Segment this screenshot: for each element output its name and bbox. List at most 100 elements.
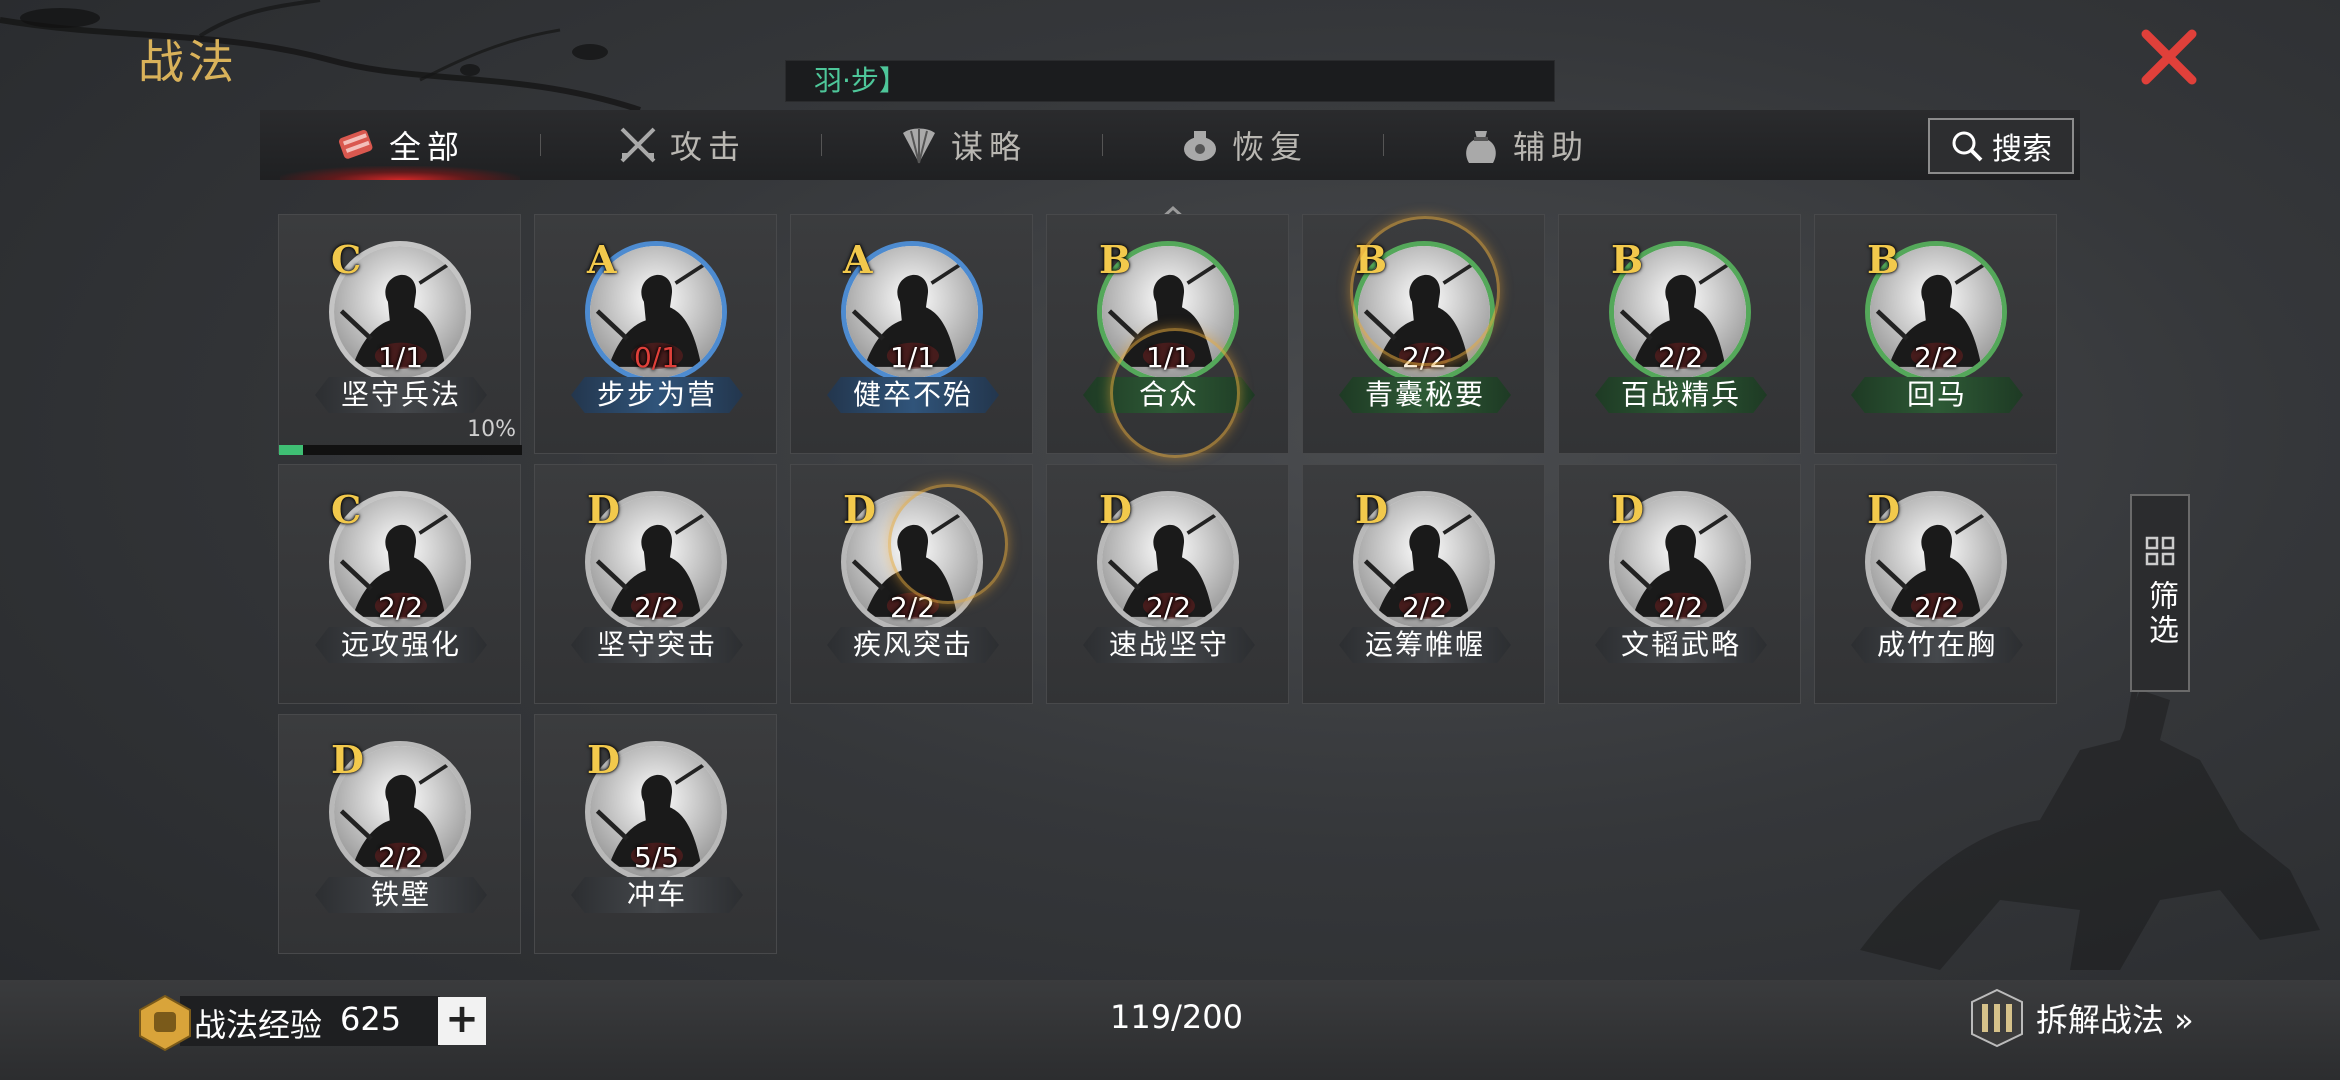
tactic-count: 2/2 bbox=[1913, 591, 1960, 624]
close-icon[interactable] bbox=[2138, 26, 2200, 88]
exp-value: 625 bbox=[340, 1000, 402, 1038]
tactic-name: 百战精兵 bbox=[1595, 377, 1767, 413]
tactic-count: 1/1 bbox=[889, 341, 936, 374]
tactic-name: 坚守突击 bbox=[571, 627, 743, 663]
tab-label: 谋略 bbox=[950, 128, 1027, 166]
dismantle-tactics-button[interactable]: 拆解战法 » bbox=[1968, 988, 2194, 1048]
tactic-grade: D bbox=[587, 487, 620, 532]
tactic-name: 回马 bbox=[1851, 377, 2023, 413]
tactic-grade: D bbox=[1611, 487, 1644, 532]
tactic-progress-bar bbox=[279, 445, 522, 455]
tactic-count: 2/2 bbox=[1401, 591, 1448, 624]
dismantle-label: 拆解战法 » bbox=[2036, 1001, 2194, 1039]
add-exp-button[interactable]: + bbox=[438, 997, 486, 1045]
tactic-grade: B bbox=[1355, 237, 1388, 282]
tactic-count: 2/2 bbox=[377, 591, 424, 624]
tactic-grade: B bbox=[1611, 237, 1644, 282]
tactic-card[interactable]: D 2/2 坚守突击 bbox=[534, 464, 777, 704]
search-query-display[interactable]: 羽·步】 bbox=[785, 60, 1555, 102]
tactic-grade: D bbox=[1867, 487, 1900, 532]
search-button-label: 搜索 bbox=[1992, 132, 2052, 167]
tactic-count: 2/2 bbox=[377, 841, 424, 874]
tab-label: 全部 bbox=[388, 128, 465, 166]
tactic-card[interactable]: D 2/2 成竹在胸 bbox=[1814, 464, 2057, 704]
filter-label: 筛选 bbox=[2143, 580, 2178, 648]
tactic-card[interactable]: A 1/1 健卒不殆 bbox=[790, 214, 1033, 454]
tactic-card[interactable]: D 2/2 文韬武略 bbox=[1558, 464, 1801, 704]
tactic-grade: D bbox=[587, 737, 620, 782]
tactic-count: 1/1 bbox=[377, 341, 424, 374]
tactic-name: 健卒不殆 bbox=[827, 377, 999, 413]
tactic-grade: B bbox=[1099, 237, 1132, 282]
tactic-card[interactable]: D 2/2 运筹帷幄 bbox=[1302, 464, 1545, 704]
scroll-rack-icon bbox=[1971, 988, 2023, 1048]
tactic-grade: D bbox=[843, 487, 876, 532]
scroll-bundle-icon bbox=[338, 130, 373, 159]
tactic-card[interactable]: B 2/2 百战精兵 bbox=[1558, 214, 1801, 454]
tactic-count: 5/5 bbox=[633, 841, 680, 874]
tactic-grade: A bbox=[587, 237, 617, 282]
tactic-count: 2/2 bbox=[633, 591, 680, 624]
tactic-card[interactable]: C 2/2 远攻强化 bbox=[278, 464, 521, 704]
tab-label: 攻击 bbox=[669, 128, 746, 166]
tab-strategy[interactable]: 谋略 bbox=[822, 110, 1102, 180]
pouch-icon bbox=[1466, 131, 1496, 163]
tactics-capacity: 119/200 bbox=[1110, 998, 1243, 1036]
tactic-progress-fill bbox=[279, 445, 304, 455]
filter-button[interactable]: 筛选 bbox=[2130, 494, 2190, 692]
tactic-card[interactable]: D 5/5 冲车 bbox=[534, 714, 777, 954]
tactic-card[interactable]: B 2/2 回马 bbox=[1814, 214, 2057, 454]
tactic-grade: B bbox=[1867, 237, 1900, 282]
tab-label: 辅助 bbox=[1512, 128, 1589, 166]
tactic-name: 速战坚守 bbox=[1083, 627, 1255, 663]
tactic-name: 合众 bbox=[1083, 377, 1255, 413]
medicine-pot-icon bbox=[1183, 131, 1216, 161]
grid-view-icon bbox=[2145, 536, 2175, 566]
feather-fan-icon bbox=[902, 128, 935, 164]
tab-recovery[interactable]: 恢复 bbox=[1103, 110, 1383, 180]
tactic-count: 1/1 bbox=[1145, 341, 1192, 374]
tactic-count: 0/1 bbox=[633, 341, 680, 374]
tactic-name: 成竹在胸 bbox=[1851, 627, 2023, 663]
tactic-card[interactable]: B 2/2 青囊秘要 bbox=[1302, 214, 1545, 454]
tab-support[interactable]: 辅助 bbox=[1384, 110, 1664, 180]
search-icon bbox=[1952, 131, 1983, 162]
tactic-progress-label: 10% bbox=[467, 417, 516, 442]
search-query-text: 羽·步】 bbox=[814, 64, 907, 97]
tactic-grade: C bbox=[331, 487, 362, 532]
tactic-grade: A bbox=[843, 237, 873, 282]
tactic-count: 2/2 bbox=[1401, 341, 1448, 374]
tab-attack[interactable]: 攻击 bbox=[541, 110, 821, 180]
tactic-count: 2/2 bbox=[1145, 591, 1192, 624]
tactic-name: 铁壁 bbox=[315, 877, 487, 913]
tactic-card[interactable]: A 0/1 步步为营 bbox=[534, 214, 777, 454]
tactic-card[interactable]: B 1/1 合众 bbox=[1046, 214, 1289, 454]
tactic-grade: D bbox=[331, 737, 364, 782]
crossed-swords-icon bbox=[620, 127, 656, 163]
tactic-card[interactable]: C 1/1 坚守兵法 10% bbox=[278, 214, 522, 455]
tactic-count: 2/2 bbox=[1657, 341, 1704, 374]
footer-bar: 战法经验 625 + 119/200 拆解战法 » bbox=[0, 980, 2340, 1080]
tactic-name: 疾风突击 bbox=[827, 627, 999, 663]
tactic-grade: D bbox=[1355, 487, 1388, 532]
tactic-count: 2/2 bbox=[889, 591, 936, 624]
tactic-name: 远攻强化 bbox=[315, 627, 487, 663]
exp-label: 战法经验 bbox=[194, 1006, 323, 1044]
tactic-card[interactable]: D 2/2 疾风突击 bbox=[790, 464, 1033, 704]
tactic-count: 2/2 bbox=[1913, 341, 1960, 374]
fist-badge-icon bbox=[139, 994, 191, 1052]
tactic-name: 步步为营 bbox=[571, 377, 743, 413]
tactic-name: 运筹帷幄 bbox=[1339, 627, 1511, 663]
tactic-name: 冲车 bbox=[571, 877, 743, 913]
tactic-grade: C bbox=[331, 237, 362, 282]
tactic-card[interactable]: D 2/2 速战坚守 bbox=[1046, 464, 1289, 704]
tab-label: 恢复 bbox=[1231, 128, 1308, 166]
search-button[interactable]: 搜索 bbox=[1928, 118, 2074, 174]
category-tabs: 全部 攻击 谋略 恢复 辅助 bbox=[260, 110, 2080, 180]
tactic-name: 坚守兵法 bbox=[315, 377, 487, 413]
page-title: 战法 bbox=[138, 35, 238, 89]
tactic-count: 2/2 bbox=[1657, 591, 1704, 624]
tab-all[interactable]: 全部 bbox=[260, 110, 540, 180]
tactic-card[interactable]: D 2/2 铁壁 bbox=[278, 714, 521, 954]
tactic-grade: D bbox=[1099, 487, 1132, 532]
